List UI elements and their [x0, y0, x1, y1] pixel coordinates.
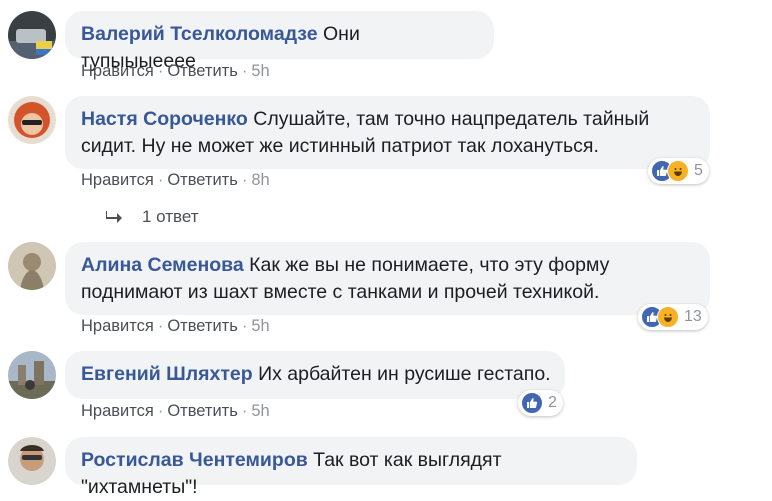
comment-author[interactable]: Ростислав Чентемиров	[81, 449, 308, 471]
replies-count: 1 ответ	[142, 207, 199, 226]
comment-text: Как же вы не понимаете, что эту форму	[249, 254, 610, 276]
comment-author[interactable]: Настя Сороченко	[81, 108, 248, 130]
reply-link[interactable]: Ответить	[167, 62, 238, 80]
comment-actions: Нравится · Ответить · 5h	[81, 62, 270, 80]
comment-text-continued: поднимают из шахт вместе с танками и про…	[81, 281, 600, 303]
like-icon	[521, 392, 543, 414]
avatar[interactable]	[8, 96, 56, 144]
avatar[interactable]	[8, 351, 56, 399]
comment-actions: Нравится · Ответить · 8h	[81, 171, 270, 189]
reply-arrow-icon	[106, 211, 122, 223]
reactions-badge[interactable]: 2	[518, 390, 563, 416]
view-replies-link[interactable]: 1 ответ	[106, 207, 199, 227]
comment-author[interactable]: Алина Семенова	[81, 254, 244, 276]
reaction-count: 2	[548, 394, 557, 411]
avatar[interactable]	[8, 437, 56, 485]
comment-text: Слушайте, там точно нацпредатель тайный	[253, 108, 650, 130]
comment-bubble: Валерий Тселколомадзе Они тупыыыееее	[65, 11, 494, 72]
comment-time[interactable]: 5h	[251, 62, 269, 80]
reaction-count: 5	[694, 162, 703, 179]
comment-time[interactable]: 8h	[251, 171, 269, 189]
comment-bubble: Алина Семенова Как же вы не понимаете, ч…	[65, 242, 710, 315]
avatar[interactable]	[8, 11, 56, 59]
comment-bubble: Настя Сороченко Слушайте, там точно нацп…	[65, 96, 710, 169]
comment-time[interactable]: 5h	[251, 317, 269, 335]
like-link[interactable]: Нравится	[81, 62, 154, 80]
reply-link[interactable]: Ответить	[167, 171, 238, 189]
comment-bubble: Евгений Шляхтер Их арбайтен ин русише ге…	[65, 351, 565, 399]
comment-text-continued: сидит. Ну не может же истинный патриот т…	[81, 135, 599, 157]
reply-link[interactable]: Ответить	[167, 317, 238, 335]
like-link[interactable]: Нравится	[81, 317, 154, 335]
comment-author[interactable]: Евгений Шляхтер	[81, 363, 253, 385]
comment-bubble: Ростислав Чентемиров Так вот как выглядя…	[65, 437, 637, 498]
comment-time[interactable]: 5h	[251, 402, 269, 420]
reply-link[interactable]: Ответить	[167, 402, 238, 420]
avatar[interactable]	[8, 242, 56, 290]
haha-icon	[667, 160, 689, 182]
haha-icon	[657, 306, 679, 328]
reactions-badge[interactable]: 13	[638, 304, 708, 330]
like-link[interactable]: Нравится	[81, 402, 154, 420]
comment-text: Их арбайтен ин русише гестапо.	[258, 363, 551, 385]
comment-actions: Нравится · Ответить · 5h	[81, 317, 270, 335]
reaction-count: 13	[684, 308, 702, 325]
reactions-badge[interactable]: 5	[648, 158, 709, 184]
comment-author[interactable]: Валерий Тселколомадзе	[81, 23, 318, 45]
comment-actions: Нравится · Ответить · 5h	[81, 402, 270, 420]
like-link[interactable]: Нравится	[81, 171, 154, 189]
